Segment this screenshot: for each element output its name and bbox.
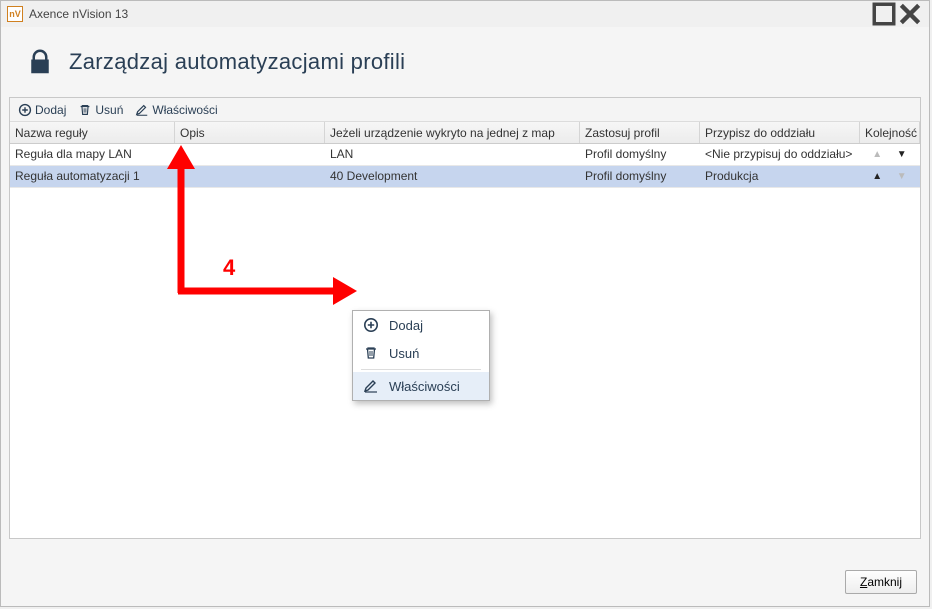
toolbar: Dodaj Usuń Właściwości bbox=[10, 98, 920, 122]
footer: Zamknij bbox=[845, 570, 917, 594]
window-title: Axence nVision 13 bbox=[29, 7, 128, 21]
table-row[interactable]: Reguła dla mapy LAN LANProfil domyślny<Ni… bbox=[10, 144, 920, 166]
order-down-button: ▼ bbox=[891, 171, 913, 182]
cell-profile: Profil domyślny bbox=[580, 166, 700, 187]
plus-icon bbox=[363, 317, 379, 333]
col-header-dept[interactable]: Przypisz do oddziału bbox=[700, 122, 860, 143]
col-header-if-label: Jeżeli urządzenie wykryto na jednej z ma… bbox=[330, 126, 555, 140]
context-menu-separator bbox=[361, 369, 481, 370]
page-title: Zarządzaj automatyzacjami profili bbox=[69, 49, 405, 75]
cell-name: Reguła automatyzacji 1 bbox=[10, 166, 175, 187]
context-menu: Dodaj Usuń Właściwości bbox=[352, 310, 490, 401]
app-icon: nV bbox=[7, 6, 23, 22]
context-menu-delete-label: Usuń bbox=[389, 346, 419, 361]
context-menu-properties[interactable]: Właściwości bbox=[353, 372, 489, 400]
grid-header: Nazwa reguły Opis Jeżeli urządzenie wykr… bbox=[10, 122, 920, 144]
col-header-dept-label: Przypisz do oddziału bbox=[705, 126, 815, 140]
trash-icon bbox=[363, 345, 379, 361]
cell-name: Reguła dla mapy LAN bbox=[10, 144, 175, 165]
properties-button[interactable]: Właściwości bbox=[131, 102, 221, 118]
context-menu-properties-label: Właściwości bbox=[389, 379, 460, 394]
col-header-desc-label: Opis bbox=[180, 126, 205, 140]
cell-order: ▲▼ bbox=[860, 166, 920, 187]
col-header-order[interactable]: Kolejność▲ bbox=[860, 122, 920, 143]
close-rest: amknij bbox=[867, 575, 902, 589]
context-menu-add[interactable]: Dodaj bbox=[353, 311, 489, 339]
maximize-icon bbox=[871, 1, 897, 27]
close-icon bbox=[897, 1, 923, 27]
context-menu-delete[interactable]: Usuń bbox=[353, 339, 489, 367]
close-button[interactable] bbox=[897, 4, 923, 24]
delete-label: Usuń bbox=[95, 103, 123, 117]
delete-button[interactable]: Usuń bbox=[74, 102, 127, 118]
context-menu-add-label: Dodaj bbox=[389, 318, 423, 333]
add-label: Dodaj bbox=[35, 103, 66, 117]
plus-icon bbox=[18, 103, 32, 117]
col-header-name-label: Nazwa reguły bbox=[15, 126, 88, 140]
rules-panel: Dodaj Usuń Właściwości Nazwa reguły Opis… bbox=[9, 97, 921, 539]
col-header-profile[interactable]: Zastosuj profil bbox=[580, 122, 700, 143]
cell-if-detected: LAN bbox=[325, 144, 580, 165]
dialog-close-button[interactable]: Zamknij bbox=[845, 570, 917, 594]
pencil-icon bbox=[363, 378, 379, 394]
properties-label: Właściwości bbox=[152, 103, 217, 117]
order-down-button[interactable]: ▼ bbox=[891, 149, 913, 160]
lock-icon bbox=[25, 47, 55, 77]
col-header-order-label: Kolejność bbox=[865, 126, 917, 140]
pencil-icon bbox=[135, 103, 149, 117]
heading-area: Zarządzaj automatyzacjami profili bbox=[1, 27, 929, 89]
table-row[interactable]: Reguła automatyzacji 1 40 DevelopmentProf… bbox=[10, 166, 920, 188]
cell-order: ▲▼ bbox=[860, 144, 920, 165]
trash-icon bbox=[78, 103, 92, 117]
order-up-button[interactable]: ▲ bbox=[866, 171, 888, 182]
title-bar: nV Axence nVision 13 bbox=[1, 1, 929, 27]
col-header-if-detected[interactable]: Jeżeli urządzenie wykryto na jednej z ma… bbox=[325, 122, 580, 143]
cell-profile: Profil domyślny bbox=[580, 144, 700, 165]
col-header-desc[interactable]: Opis bbox=[175, 122, 325, 143]
main-window: nV Axence nVision 13 Zarządzaj automatyz… bbox=[0, 0, 930, 607]
cell-dept: Produkcja bbox=[700, 166, 860, 187]
col-header-profile-label: Zastosuj profil bbox=[585, 126, 660, 140]
maximize-button[interactable] bbox=[871, 4, 897, 24]
grid-body: Reguła dla mapy LAN LANProfil domyślny<Ni… bbox=[10, 144, 920, 188]
cell-desc bbox=[175, 144, 325, 165]
cell-dept: <Nie przypisuj do oddziału> bbox=[700, 144, 860, 165]
col-header-name[interactable]: Nazwa reguły bbox=[10, 122, 175, 143]
cell-desc bbox=[175, 166, 325, 187]
order-up-button: ▲ bbox=[866, 149, 888, 160]
cell-if-detected: 40 Development bbox=[325, 166, 580, 187]
add-button[interactable]: Dodaj bbox=[14, 102, 70, 118]
